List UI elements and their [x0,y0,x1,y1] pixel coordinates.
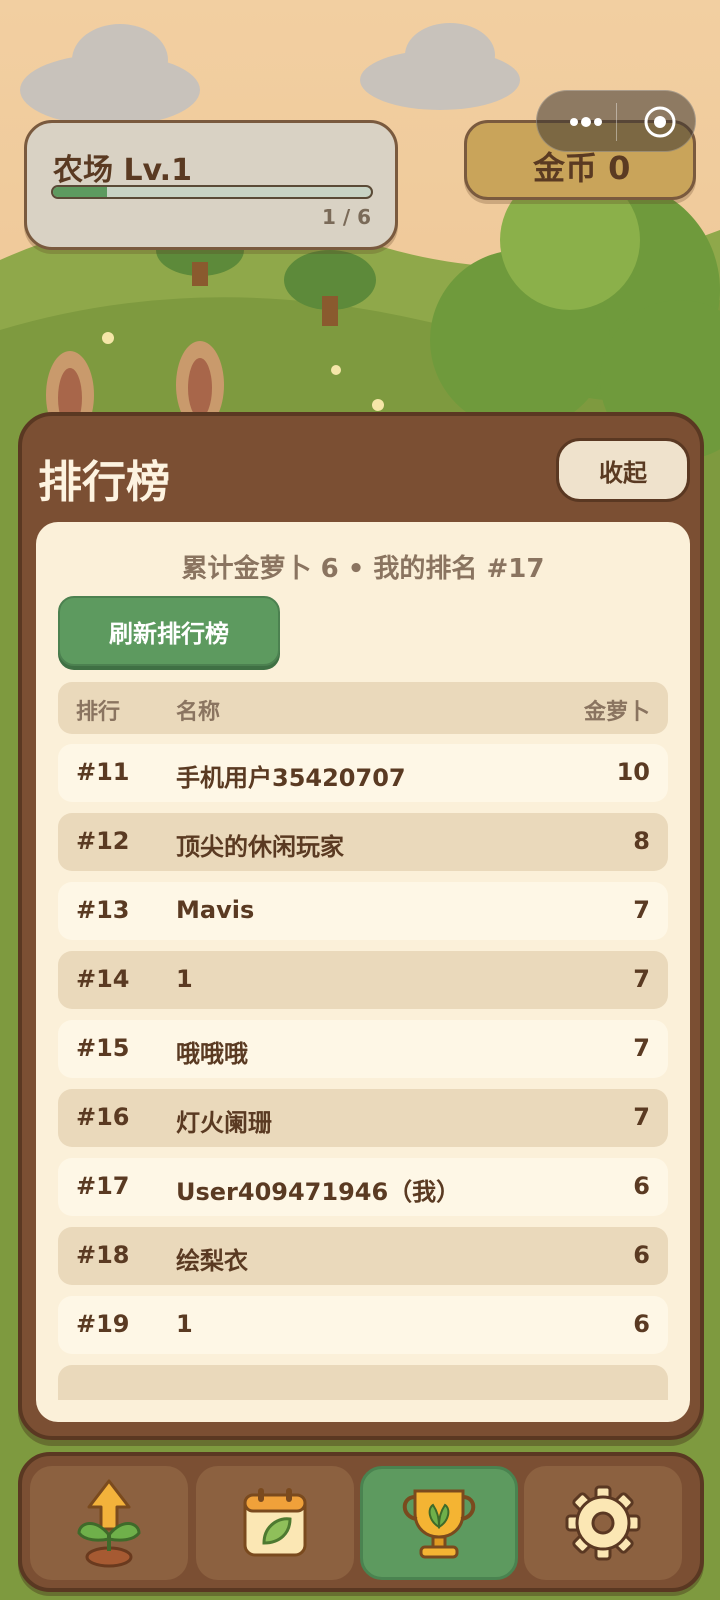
leaderboard-row: #11 手机用户35420707 10 [58,744,668,802]
farm-progress-bar [51,185,373,199]
farm-level-card: 农场 Lv.1 1 / 6 [24,120,398,250]
column-header-score: 金萝卜 [583,700,650,725]
row-score: 8 [633,827,650,855]
row-score: 6 [633,1241,650,1269]
row-name: 1 [176,1310,193,1338]
farm-progress-fill [53,187,108,197]
row-name: 绘梨衣 [176,1247,248,1275]
row-rank: #15 [76,1034,130,1062]
farm-progress-text: 1 / 6 [321,205,371,229]
leaderboard-row: #12 顶尖的休闲玩家 8 [58,813,668,871]
more-options-icon[interactable] [555,91,617,153]
row-name: 1 [176,965,193,993]
row-name: 手机用户35420707 [176,764,406,792]
table-header: 排行 名称 金萝卜 [58,682,668,734]
row-rank: #19 [76,1310,130,1338]
row-rank: #13 [76,896,130,924]
trophy-icon [402,1489,476,1559]
row-score: 7 [633,965,650,993]
row-score: 7 [633,1103,650,1131]
gear-icon [565,1485,641,1561]
row-name: User409471946（我） [176,1178,461,1206]
leaderboard-row: #15 哦哦哦 7 [58,1020,668,1078]
leaderboard-row: #18 绘梨衣 6 [58,1227,668,1285]
nav-leaderboard-button[interactable] [360,1466,518,1580]
column-header-name: 名称 [176,700,221,725]
refresh-leaderboard-button[interactable]: 刷新排行榜 [58,596,280,666]
row-score: 7 [633,896,650,924]
bottom-nav [18,1452,704,1592]
row-rank: #17 [76,1172,130,1200]
close-miniprogram-icon[interactable] [629,91,691,153]
row-rank: #11 [76,758,130,786]
column-header-rank: 排行 [76,700,121,725]
miniprogram-capsule [536,90,696,152]
leaderboard-row-current-user: #17 User409471946（我） 6 [58,1158,668,1216]
row-score: 10 [616,758,650,786]
row-name: 哦哦哦 [176,1040,248,1068]
row-name: 灯火阑珊 [176,1109,272,1137]
leaderboard-row: #14 1 7 [58,951,668,1009]
leaderboard-title: 排行榜 [38,457,170,508]
nav-settings-button[interactable] [524,1466,682,1580]
leaderboard-row: #19 1 6 [58,1296,668,1354]
farm-level-title: 农场 Lv.1 [53,153,192,188]
leaderboard-content: 累计金萝卜 6 • 我的排名 #17 刷新排行榜 排行 名称 金萝卜 #11 手… [36,522,690,1422]
row-score: 7 [633,1034,650,1062]
row-rank: #18 [76,1241,130,1269]
nav-calendar-button[interactable] [196,1466,354,1580]
leaderboard-row: #13 Mavis 7 [58,882,668,940]
leaderboard-panel: 排行榜 收起 累计金萝卜 6 • 我的排名 #17 刷新排行榜 排行 名称 金萝… [18,412,704,1440]
row-name: Mavis [176,896,255,924]
row-score: 6 [633,1172,650,1200]
row-score: 6 [633,1310,650,1338]
sprout-upgrade-icon [77,1479,141,1568]
leaderboard-list[interactable]: #11 手机用户35420707 10 #12 顶尖的休闲玩家 8 #13 Ma… [58,744,668,1400]
row-rank: #12 [76,827,130,855]
nav-upgrade-button[interactable] [30,1466,188,1580]
calendar-icon [243,1488,307,1557]
rank-summary: 累计金萝卜 6 • 我的排名 #17 [181,554,545,584]
capsule-divider [616,103,617,141]
row-rank: #16 [76,1103,130,1131]
collapse-button[interactable]: 收起 [556,438,690,502]
row-name: 顶尖的休闲玩家 [176,833,344,861]
leaderboard-row: #16 灯火阑珊 7 [58,1089,668,1147]
leaderboard-row-partial [58,1365,668,1400]
row-rank: #14 [76,965,130,993]
